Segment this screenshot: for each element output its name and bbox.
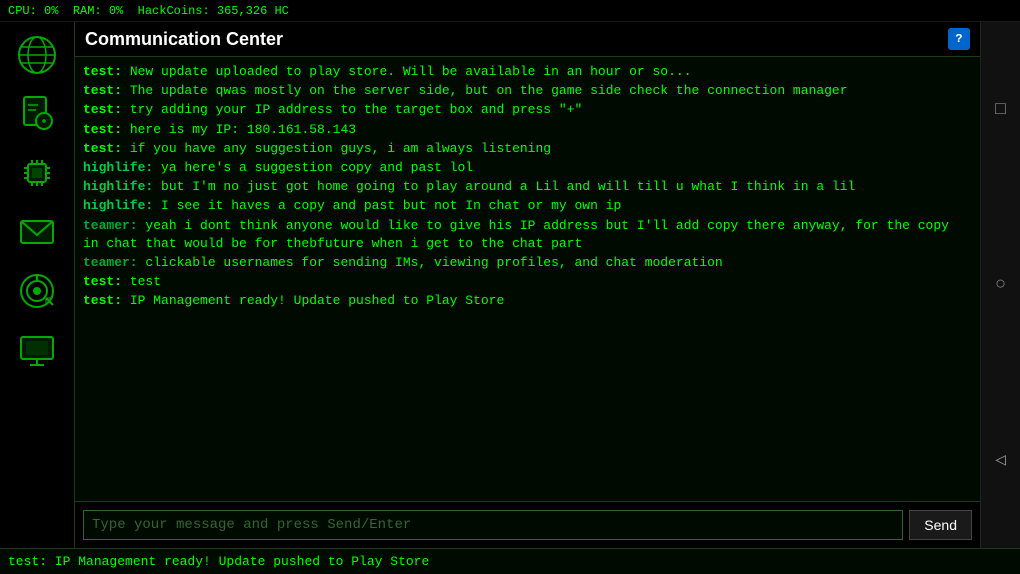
chat-message: teamer: yeah i dont think anyone would l… (83, 217, 972, 253)
chat-message: teamer: clickable usernames for sending … (83, 254, 972, 272)
chat-message: test: try adding your IP address to the … (83, 101, 972, 119)
chat-header: Communication Center ? (75, 22, 980, 57)
message-username: test: (83, 274, 122, 289)
sidebar-icon-target[interactable] (10, 263, 65, 318)
message-username: test: (83, 122, 122, 137)
chat-message: test: IP Management ready! Update pushed… (83, 292, 972, 310)
message-text: yeah i dont think anyone would like to g… (83, 218, 949, 251)
message-text: ya here's a suggestion copy and past lol (153, 160, 473, 175)
message-username: teamer: (83, 255, 138, 270)
message-username: test: (83, 141, 122, 156)
message-text: clickable usernames for sending IMs, vie… (138, 255, 723, 270)
chat-message: test: test (83, 273, 972, 291)
message-username: test: (83, 64, 122, 79)
square-button[interactable]: □ (986, 95, 1016, 125)
sidebar-icon-envelope[interactable] (10, 204, 65, 259)
message-text: try adding your IP address to the target… (122, 102, 582, 117)
bottom-status-bar: test: IP Management ready! Update pushed… (0, 548, 1020, 574)
message-username: highlife: (83, 160, 153, 175)
chat-message: test: here is my IP: 180.161.58.143 (83, 121, 972, 139)
send-button[interactable]: Send (909, 510, 972, 540)
message-text: if you have any suggestion guys, i am al… (122, 141, 551, 156)
message-text: The update qwas mostly on the server sid… (122, 83, 848, 98)
message-text: but I'm no just got home going to play a… (153, 179, 855, 194)
chat-message: test: The update qwas mostly on the serv… (83, 82, 972, 100)
chat-title: Communication Center (85, 29, 283, 50)
message-username: test: (83, 102, 122, 117)
message-username: highlife: (83, 198, 153, 213)
chat-message: highlife: I see it haves a copy and past… (83, 197, 972, 215)
message-text: IP Management ready! Update pushed to Pl… (122, 293, 504, 308)
sidebar (0, 22, 75, 548)
message-text: I see it haves a copy and past but not I… (153, 198, 621, 213)
chat-messages: test: New update uploaded to play store.… (75, 57, 980, 501)
ram-stat: RAM: 0% (73, 4, 123, 18)
help-button[interactable]: ? (948, 28, 970, 50)
message-username: highlife: (83, 179, 153, 194)
message-input[interactable] (83, 510, 903, 540)
sidebar-icon-chip[interactable] (10, 145, 65, 200)
sidebar-icon-globe[interactable] (10, 27, 65, 82)
chat-message: highlife: but I'm no just got home going… (83, 178, 972, 196)
message-username: test: (83, 83, 122, 98)
chat-message: highlife: ya here's a suggestion copy an… (83, 159, 972, 177)
sidebar-icon-document[interactable] (10, 86, 65, 141)
chat-message: test: if you have any suggestion guys, i… (83, 140, 972, 158)
message-text: New update uploaded to play store. Will … (122, 64, 692, 79)
message-username: test: (83, 293, 122, 308)
status-bar: CPU: 0% RAM: 0% HackCoins: 365,326 HC (0, 0, 1020, 22)
message-username: teamer: (83, 218, 138, 233)
message-text: here is my IP: 180.161.58.143 (122, 122, 356, 137)
bottom-status-text: test: IP Management ready! Update pushed… (8, 554, 429, 569)
circle-button[interactable]: ○ (986, 270, 1016, 300)
chat-container: Communication Center ? test: New update … (75, 22, 980, 548)
cpu-stat: CPU: 0% (8, 4, 58, 18)
message-text: test (122, 274, 161, 289)
back-button[interactable]: ◁ (986, 445, 1016, 475)
right-panel: □ ○ ◁ (980, 22, 1020, 548)
sidebar-icon-monitor[interactable] (10, 322, 65, 377)
input-area: Send (75, 501, 980, 548)
chat-message: test: New update uploaded to play store.… (83, 63, 972, 81)
hackcoins-stat: HackCoins: 365,326 HC (138, 4, 289, 18)
